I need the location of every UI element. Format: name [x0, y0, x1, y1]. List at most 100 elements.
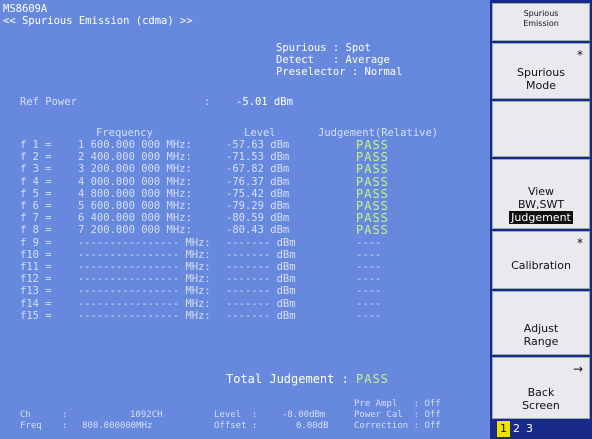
row-judgement: PASS [356, 162, 389, 177]
row-level: -79.29 dBm [226, 200, 290, 212]
ref-power-label: Ref Power [20, 96, 77, 108]
row-level: ------- dBm [226, 248, 296, 261]
row-label: f 7 = [20, 212, 52, 225]
row-judgement: ---- [356, 297, 382, 310]
row-label: f 4 = [20, 175, 52, 188]
row-frequency: 3 200.000 000 MHz: [78, 163, 192, 176]
row-level: ------- dBm [226, 261, 296, 273]
row-frequency: 2 400.000 000 MHz: [78, 151, 192, 164]
row-label: f 3 = [20, 163, 52, 176]
row-level: -71.53 dBm [226, 151, 290, 164]
view-softkey[interactable]: View BW,SWT Judgement [492, 159, 590, 229]
row-judgement: PASS [356, 186, 389, 201]
row-level: -67.82 dBm [226, 163, 290, 176]
spurious-mode-label-line1: Spurious [517, 66, 565, 79]
row-level: -80.43 dBm [226, 224, 290, 237]
page-2-indicator[interactable]: 2 [510, 421, 523, 437]
freq-colon: : [62, 421, 68, 431]
row-frequency: 7 200.000 000 MHz: [78, 224, 192, 237]
row-level: ------- dBm [226, 236, 296, 249]
row-frequency: ---------------- MHz: [78, 285, 211, 298]
adjust-range-label-line2: Range [523, 335, 559, 348]
level-header: Level [244, 127, 276, 139]
view-label-line2: BW,SWT [517, 198, 565, 211]
row-judgement: ---- [356, 248, 382, 261]
row-judgement: PASS [356, 174, 389, 189]
row-frequency: 5 600.000 000 MHz: [78, 200, 192, 212]
row-frequency: ---------------- MHz: [78, 236, 211, 249]
row-frequency: 6 400.000 000 MHz: [78, 212, 192, 225]
spurious-mode-key[interactable]: * Spurious Mode [492, 43, 590, 99]
row-label: f 8 = [20, 224, 52, 237]
softkey-menu-title: Spurious Emission [492, 3, 590, 41]
row-judgement: ---- [356, 273, 382, 286]
row-judgement: ---- [356, 236, 382, 249]
frequency-header: Frequency [96, 127, 153, 139]
row-label: f15 = [20, 309, 52, 322]
arrow-right-icon: → [572, 362, 583, 376]
spurious-setting: Spurious : Spot [276, 42, 371, 54]
row-judgement: PASS [356, 223, 389, 238]
softkey-mark: * [577, 48, 583, 62]
row-level: -76.37 dBm [226, 175, 290, 188]
view-label-line1: View [527, 185, 555, 198]
row-judgement: PASS [356, 211, 389, 226]
row-label: f 1 = [20, 139, 52, 151]
freq-label: Freq [20, 421, 42, 431]
row-judgement: PASS [356, 150, 389, 165]
row-frequency: ---------------- MHz: [78, 261, 211, 273]
row-frequency: ---------------- MHz: [78, 309, 211, 322]
page-1-indicator[interactable]: 1 [497, 421, 510, 437]
row-frequency: 4 800.000 000 MHz: [78, 187, 192, 200]
measurement-screen: MS8609A << Spurious Emission (cdma) >> S… [0, 0, 490, 439]
preselector-setting: Preselector : Normal [276, 66, 403, 78]
row-label: f13 = [20, 285, 52, 298]
back-screen-label-line2: Screen [522, 399, 560, 412]
softkey-mark: * [577, 236, 583, 250]
row-judgement: ---- [356, 309, 382, 322]
row-level: -75.42 dBm [226, 187, 290, 200]
row-judgement: ---- [356, 285, 382, 298]
row-label: f 2 = [20, 151, 52, 164]
row-frequency: ---------------- MHz: [78, 273, 211, 286]
row-level: ------- dBm [226, 285, 296, 298]
total-judgement-label: Total Judgement : [226, 372, 349, 386]
row-label: f 9 = [20, 236, 52, 249]
row-label: f14 = [20, 297, 52, 310]
row-level: ------- dBm [226, 297, 296, 310]
row-frequency: ---------------- MHz: [78, 248, 211, 261]
row-frequency: 4 000.000 000 MHz: [78, 175, 192, 188]
calibration-key[interactable]: * Calibration [492, 231, 590, 289]
page-title: << Spurious Emission (cdma) >> [3, 15, 193, 27]
model-name: MS8609A [3, 3, 48, 15]
row-level: ------- dBm [226, 309, 296, 322]
correction-status: Correction : Off [354, 421, 441, 431]
adjust-range-key[interactable]: Adjust Range [492, 291, 590, 355]
row-frequency: ---------------- MHz: [78, 297, 211, 310]
page-indicator: 123 [492, 421, 590, 437]
row-label: f12 = [20, 273, 52, 286]
softkey-title-line1: Spurious [523, 9, 559, 18]
adjust-range-label-line1: Adjust [523, 322, 559, 335]
row-level: -57.63 dBm [226, 139, 290, 151]
softkey-title-line2: Emission [523, 19, 559, 28]
row-judgement: PASS [356, 138, 389, 152]
detect-setting: Detect : Average [276, 54, 390, 66]
freq-value: 800.000000MHz [82, 421, 153, 431]
offset-status-label: Offset : [214, 421, 258, 431]
offset-status-value: 0.00dB [296, 421, 329, 431]
view-label-judgement-selected: Judgement [509, 211, 573, 224]
ref-power-value: -5.01 dBm [236, 96, 293, 108]
back-screen-label-line1: Back [527, 386, 555, 399]
row-label: f11 = [20, 261, 52, 273]
back-screen-key[interactable]: → Back Screen [492, 357, 590, 419]
row-level: ------- dBm [226, 273, 296, 286]
calibration-label: Calibration [511, 259, 571, 272]
row-label: f10 = [20, 248, 52, 261]
total-judgement-value: PASS [356, 372, 389, 386]
row-frequency: 1 600.000 000 MHz: [78, 139, 192, 151]
blank-softkey-2[interactable] [492, 101, 590, 157]
row-label: f 6 = [20, 200, 52, 212]
page-3-indicator[interactable]: 3 [523, 421, 536, 437]
spurious-mode-label-line2: Mode [526, 79, 556, 92]
